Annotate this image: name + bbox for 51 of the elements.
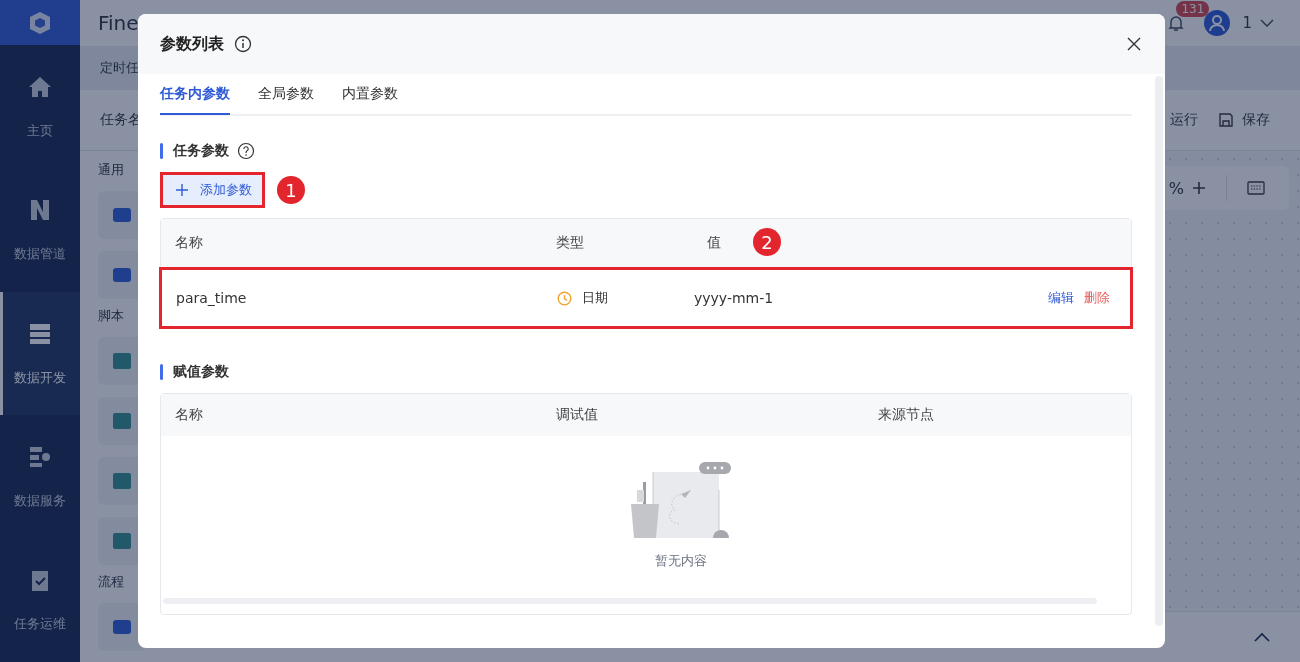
column-header: 值: [706, 234, 721, 252]
column-header: 调试值: [555, 406, 599, 424]
plus-icon: [176, 184, 188, 196]
table-cell-text: yyyy-mm-1: [693, 290, 775, 306]
column-header: 名称: [174, 406, 204, 424]
tab[interactable]: 任务内参数: [160, 75, 230, 115]
close-icon[interactable]: [1127, 37, 1141, 51]
notification-badge: 131: [1176, 1, 1210, 17]
chevron-down-icon[interactable]: [1260, 18, 1274, 28]
keyboard-icon[interactable]: [1247, 181, 1265, 195]
save-icon: [1218, 112, 1234, 128]
user-name[interactable]: 1: [1242, 14, 1252, 32]
add-parameter-button[interactable]: 添加参数: [160, 172, 265, 208]
chevron-up-icon[interactable]: [1254, 632, 1270, 642]
dialog-title: 参数列表: [160, 33, 224, 55]
workspace-tab[interactable]: 定时任: [100, 59, 139, 77]
table-cell-text: para_time: [175, 290, 248, 306]
column-header: 名称: [174, 234, 204, 252]
empty-state-text: 暂无内容: [655, 552, 707, 570]
sidebar-item[interactable]: 主页: [0, 45, 80, 169]
column-header: 来源节点: [877, 406, 935, 424]
script-file-icon: [111, 530, 133, 552]
sidebar-item[interactable]: 数据服务: [0, 415, 80, 539]
help-icon[interactable]: [237, 142, 255, 160]
column-header: 类型: [555, 234, 585, 252]
palette-heading: 通用: [98, 161, 125, 179]
clock-icon: [557, 290, 572, 306]
palette-heading: 流程: [98, 573, 125, 591]
tab[interactable]: 内置参数: [342, 75, 398, 115]
script-file-icon: [111, 470, 133, 492]
avatar-icon[interactable]: [1204, 10, 1231, 36]
row-action-link[interactable]: 删除: [1084, 289, 1110, 307]
script-file-icon: [111, 410, 133, 432]
sidebar-item[interactable]: 任务运维: [0, 538, 80, 662]
row-action-link[interactable]: 编辑: [1048, 289, 1074, 307]
section-title: 任务参数: [173, 142, 229, 160]
sidebar-item[interactable]: 数据开发: [0, 292, 80, 416]
zoom-percent: %: [1168, 178, 1184, 198]
info-icon[interactable]: [234, 35, 252, 53]
section-title: 赋值参数: [173, 363, 229, 381]
toolbar-button[interactable]: 运行: [1170, 111, 1198, 129]
annotation-marker: 2: [753, 228, 781, 256]
product-name: Fine: [98, 11, 139, 35]
palette-heading: 脚本: [98, 307, 125, 325]
table-cell: 日期: [582, 289, 608, 307]
toolbar-button[interactable]: 保存: [1218, 111, 1270, 129]
plus-icon[interactable]: [1192, 181, 1206, 195]
tab[interactable]: 全局参数: [258, 75, 314, 115]
script-file-icon: [111, 350, 133, 372]
logo-icon: [0, 0, 80, 46]
annotation-marker: 1: [277, 176, 305, 204]
